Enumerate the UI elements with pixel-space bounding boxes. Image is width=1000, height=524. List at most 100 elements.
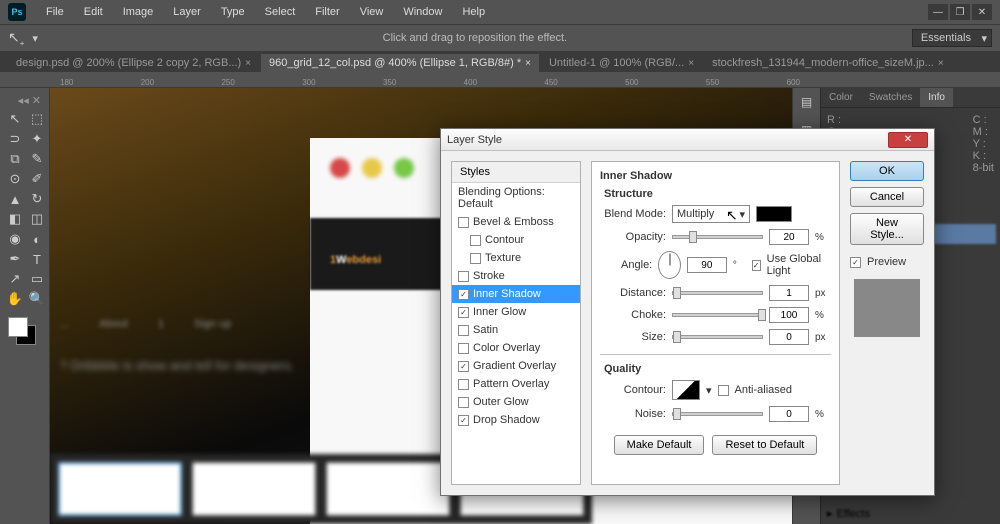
marquee-tool-icon[interactable]: ⬚ bbox=[26, 109, 48, 129]
gradient-tool-icon[interactable]: ◫ bbox=[26, 209, 48, 229]
histogram-icon[interactable]: ▤ bbox=[797, 92, 817, 112]
color-swatches[interactable] bbox=[4, 313, 45, 349]
hand-tool-icon[interactable]: ✋ bbox=[4, 289, 26, 309]
tab-close-icon[interactable]: × bbox=[245, 58, 251, 69]
anti-aliased-checkbox[interactable] bbox=[718, 385, 729, 396]
document-tab[interactable]: Untitled-1 @ 100% (RGB/... × bbox=[541, 54, 702, 72]
style-inner-glow[interactable]: Inner Glow bbox=[452, 303, 580, 321]
blend-mode-combo[interactable]: Multiply▾ bbox=[672, 205, 750, 223]
preview-checkbox[interactable] bbox=[850, 257, 861, 268]
style-checkbox[interactable] bbox=[458, 415, 469, 426]
distance-slider[interactable] bbox=[672, 291, 763, 295]
reset-default-button[interactable]: Reset to Default bbox=[712, 435, 817, 455]
style-checkbox[interactable] bbox=[470, 253, 481, 264]
move-tool-icon[interactable]: ↖+ bbox=[8, 29, 24, 48]
pen-tool-icon[interactable]: ✒ bbox=[4, 249, 26, 269]
crop-tool-icon[interactable]: ⧉ bbox=[4, 149, 26, 169]
toolbox-collapse-icon[interactable]: ◂◂ ✕ bbox=[4, 92, 45, 109]
menu-type[interactable]: Type bbox=[211, 6, 255, 18]
menu-help[interactable]: Help bbox=[452, 6, 495, 18]
menu-select[interactable]: Select bbox=[255, 6, 306, 18]
distance-input[interactable] bbox=[769, 285, 809, 301]
contour-picker[interactable] bbox=[672, 380, 700, 400]
move-tool-icon[interactable]: ↖ bbox=[4, 109, 26, 129]
menu-layer[interactable]: Layer bbox=[163, 6, 211, 18]
style-checkbox[interactable] bbox=[458, 271, 469, 282]
style-gradient-overlay[interactable]: Gradient Overlay bbox=[452, 357, 580, 375]
thumbnail[interactable] bbox=[58, 462, 182, 516]
style-checkbox[interactable] bbox=[458, 307, 469, 318]
make-default-button[interactable]: Make Default bbox=[614, 435, 705, 455]
style-checkbox[interactable] bbox=[458, 343, 469, 354]
choke-input[interactable] bbox=[769, 307, 809, 323]
blending-options-item[interactable]: Blending Options: Default bbox=[452, 183, 580, 213]
document-tab[interactable]: 960_grid_12_col.psd @ 400% (Ellipse 1, R… bbox=[261, 54, 539, 72]
noise-input[interactable] bbox=[769, 406, 809, 422]
cancel-button[interactable]: Cancel bbox=[850, 187, 924, 207]
style-checkbox[interactable] bbox=[458, 379, 469, 390]
style-checkbox[interactable] bbox=[470, 235, 481, 246]
style-texture[interactable]: Texture bbox=[452, 249, 580, 267]
menu-image[interactable]: Image bbox=[113, 6, 164, 18]
close-window-button[interactable]: ✕ bbox=[972, 4, 992, 20]
style-checkbox[interactable] bbox=[458, 217, 469, 228]
style-checkbox[interactable] bbox=[458, 361, 469, 372]
opacity-slider[interactable] bbox=[672, 235, 763, 239]
style-checkbox[interactable] bbox=[458, 397, 469, 408]
info-panel-tab[interactable]: Info bbox=[920, 88, 953, 107]
tab-close-icon[interactable]: × bbox=[688, 58, 694, 69]
document-tab[interactable]: stockfresh_131944_modern-office_sizeM.jp… bbox=[704, 54, 952, 72]
minimize-button[interactable]: — bbox=[928, 4, 948, 20]
zoom-tool-icon[interactable]: 🔍 bbox=[26, 289, 48, 309]
maximize-button[interactable]: ❐ bbox=[950, 4, 970, 20]
menu-edit[interactable]: Edit bbox=[74, 6, 113, 18]
blur-tool-icon[interactable]: ◉ bbox=[4, 229, 26, 249]
history-brush-icon[interactable]: ↻ bbox=[26, 189, 48, 209]
dialog-close-button[interactable]: ✕ bbox=[888, 132, 928, 148]
dialog-titlebar[interactable]: Layer Style ✕ bbox=[441, 129, 934, 151]
effects-row[interactable]: ▸ Effects bbox=[821, 503, 1000, 524]
shape-tool-icon[interactable]: ▭ bbox=[26, 269, 48, 289]
color-panel-tab[interactable]: Color bbox=[821, 88, 861, 107]
angle-dial[interactable] bbox=[658, 251, 681, 279]
ok-button[interactable]: OK bbox=[850, 161, 924, 181]
eraser-tool-icon[interactable]: ◧ bbox=[4, 209, 26, 229]
stamp-tool-icon[interactable]: ▲ bbox=[4, 189, 26, 209]
styles-header[interactable]: Styles bbox=[452, 162, 580, 183]
style-checkbox[interactable] bbox=[458, 289, 469, 300]
tab-close-icon[interactable]: × bbox=[938, 58, 944, 69]
style-satin[interactable]: Satin bbox=[452, 321, 580, 339]
use-global-light-checkbox[interactable] bbox=[752, 260, 761, 271]
style-inner-shadow[interactable]: Inner Shadow bbox=[452, 285, 580, 303]
size-slider[interactable] bbox=[672, 335, 763, 339]
style-color-overlay[interactable]: Color Overlay bbox=[452, 339, 580, 357]
thumbnail[interactable] bbox=[326, 462, 450, 516]
style-pattern-overlay[interactable]: Pattern Overlay bbox=[452, 375, 580, 393]
swatches-panel-tab[interactable]: Swatches bbox=[861, 88, 920, 107]
thumbnail[interactable] bbox=[192, 462, 316, 516]
new-style-button[interactable]: New Style... bbox=[850, 213, 924, 245]
healing-tool-icon[interactable]: ⊙ bbox=[4, 169, 26, 189]
brush-tool-icon[interactable]: ✐ bbox=[26, 169, 48, 189]
size-input[interactable] bbox=[769, 329, 809, 345]
dodge-tool-icon[interactable]: ◐ bbox=[26, 229, 48, 249]
noise-slider[interactable] bbox=[672, 412, 763, 416]
path-tool-icon[interactable]: ↗ bbox=[4, 269, 26, 289]
document-tab[interactable]: design.psd @ 200% (Ellipse 2 copy 2, RGB… bbox=[8, 54, 259, 72]
eyedropper-tool-icon[interactable]: ✎ bbox=[26, 149, 48, 169]
fg-color-swatch[interactable] bbox=[8, 317, 28, 337]
style-contour[interactable]: Contour bbox=[452, 231, 580, 249]
style-outer-glow[interactable]: Outer Glow bbox=[452, 393, 580, 411]
choke-slider[interactable] bbox=[672, 313, 763, 317]
angle-input[interactable] bbox=[687, 257, 727, 273]
menu-filter[interactable]: Filter bbox=[305, 6, 349, 18]
style-drop-shadow[interactable]: Drop Shadow bbox=[452, 411, 580, 429]
shadow-color-swatch[interactable] bbox=[756, 206, 792, 222]
style-checkbox[interactable] bbox=[458, 325, 469, 336]
style-stroke[interactable]: Stroke bbox=[452, 267, 580, 285]
style-bevel-emboss[interactable]: Bevel & Emboss bbox=[452, 213, 580, 231]
wand-tool-icon[interactable]: ✦ bbox=[26, 129, 48, 149]
type-tool-icon[interactable]: T bbox=[26, 249, 48, 269]
workspace-selector[interactable]: Essentials ▾ bbox=[912, 29, 992, 47]
menu-view[interactable]: View bbox=[350, 6, 394, 18]
